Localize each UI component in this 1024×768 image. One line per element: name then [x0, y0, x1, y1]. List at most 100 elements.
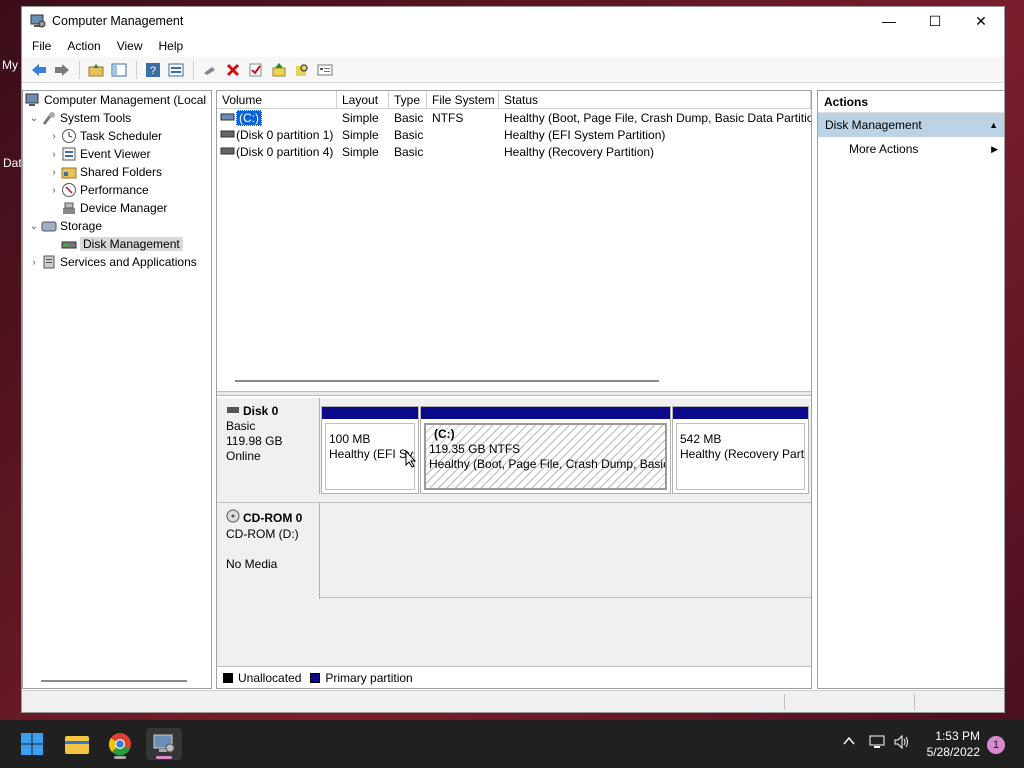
chevron-down-icon[interactable]: ⌄: [27, 113, 41, 124]
cdrom-0-info[interactable]: CD-ROM 0 CD-ROM (D:) No Media: [217, 503, 320, 599]
horizontal-scrollbar[interactable]: [235, 380, 659, 382]
mouse-cursor-icon: [405, 450, 417, 468]
svg-text:?: ?: [150, 65, 156, 77]
chevron-right-icon: ▶: [991, 144, 998, 154]
shared-folder-icon: [61, 164, 77, 180]
folder-icon: [65, 736, 89, 754]
volume-icon: [220, 145, 236, 159]
disk-graphical-view: Disk 0 Basic 119.98 GB Online 100 MB Hea…: [217, 398, 811, 668]
properties-view-icon[interactable]: [165, 59, 187, 81]
tree-item-root[interactable]: Computer Management (Local: [23, 91, 211, 109]
computer-management-icon: [153, 734, 175, 753]
title-bar[interactable]: Computer Management — ☐ ✕: [22, 7, 1004, 35]
export-list-icon[interactable]: [268, 59, 290, 81]
volume-icon: [220, 111, 236, 125]
back-arrow-icon[interactable]: [28, 59, 50, 81]
minimize-button[interactable]: —: [866, 7, 912, 35]
network-icon[interactable]: [869, 734, 887, 753]
clock-time: 1:53 PM: [935, 729, 980, 743]
chevron-right-icon[interactable]: ›: [47, 167, 61, 178]
delete-icon[interactable]: [222, 59, 244, 81]
collapse-icon[interactable]: ▲: [989, 113, 998, 137]
forward-arrow-icon[interactable]: [51, 59, 73, 81]
tree-item-event-viewer[interactable]: › Event Viewer: [23, 145, 211, 163]
clock[interactable]: 1:53 PM 5/28/2022: [927, 728, 980, 760]
partition-c[interactable]: (C:) 119.35 GB NTFS Healthy (Boot, Page …: [420, 406, 671, 494]
clock-date: 5/28/2022: [926, 745, 980, 759]
tree-item-performance[interactable]: › Performance: [23, 181, 211, 199]
chrome-icon: [108, 733, 131, 756]
computer-management-icon: [25, 92, 41, 108]
table-row[interactable]: (Disk 0 partition 1) Simple Basic Health…: [217, 126, 811, 143]
close-button[interactable]: ✕: [958, 7, 1004, 35]
device-manager-icon: [61, 200, 77, 216]
show-hide-tree-icon[interactable]: [108, 59, 130, 81]
more-actions-item[interactable]: More Actions ▶: [818, 137, 1004, 161]
actions-title: Actions: [818, 91, 1004, 113]
disk-0-info[interactable]: Disk 0 Basic 119.98 GB Online: [217, 398, 320, 494]
desktop-icon-label[interactable]: My: [2, 58, 18, 72]
cdrom-row: CD-ROM 0 CD-ROM (D:) No Media: [217, 502, 811, 599]
actions-pane: Actions Disk Management ▲ More Actions ▶: [817, 90, 1005, 689]
cdrom-icon: [226, 509, 240, 527]
menu-bar: File Action View Help: [22, 35, 1004, 57]
unallocated-swatch: [223, 672, 233, 683]
menu-file[interactable]: File: [32, 39, 51, 53]
help-icon[interactable]: ?: [142, 59, 164, 81]
primary-partition-swatch: [310, 672, 321, 683]
connect-icon[interactable]: [199, 59, 221, 81]
window-title: Computer Management: [52, 14, 184, 28]
maximize-button[interactable]: ☐: [912, 7, 958, 35]
clock-icon: [61, 128, 77, 144]
chevron-down-icon[interactable]: ⌄: [27, 221, 41, 232]
chevron-right-icon[interactable]: ›: [47, 131, 61, 142]
search-icon[interactable]: [291, 59, 313, 81]
partition-recovery[interactable]: 542 MB Healthy (Recovery Part: [672, 406, 809, 494]
tree-item-storage[interactable]: ⌄ Storage: [23, 217, 211, 235]
column-header-layout[interactable]: Layout: [337, 91, 389, 108]
tree-item-system-tools[interactable]: ⌄ System Tools: [23, 109, 211, 127]
desktop-icon-label[interactable]: Dat: [3, 156, 22, 170]
tree-item-device-manager[interactable]: Device Manager: [23, 199, 211, 217]
volume-icon[interactable]: [893, 734, 911, 753]
check-properties-icon[interactable]: [245, 59, 267, 81]
column-header-volume[interactable]: Volume: [217, 91, 337, 108]
chevron-right-icon[interactable]: ›: [27, 257, 41, 268]
column-header-file-system[interactable]: File System: [427, 91, 499, 108]
file-explorer-button[interactable]: [59, 728, 95, 760]
tools-icon: [41, 110, 57, 126]
settings-list-icon[interactable]: [314, 59, 336, 81]
horizontal-scrollbar[interactable]: [41, 680, 187, 682]
running-indicator: [114, 756, 126, 759]
disk-management-pane: Volume Layout Type File System Status (C…: [216, 90, 812, 689]
table-row[interactable]: (C:) Simple Basic NTFS Healthy (Boot, Pa…: [217, 109, 811, 126]
up-folder-icon[interactable]: [85, 59, 107, 81]
computer-management-taskbar-button[interactable]: [146, 728, 182, 760]
volume-icon: [220, 128, 236, 142]
active-indicator: [156, 756, 172, 759]
volume-list-header: Volume Layout Type File System Status: [217, 91, 811, 109]
tree-item-task-scheduler[interactable]: › Task Scheduler: [23, 127, 211, 145]
pane-splitter[interactable]: [217, 391, 811, 396]
disk-icon: [61, 236, 77, 252]
notification-badge[interactable]: 1: [987, 736, 1005, 754]
menu-help[interactable]: Help: [159, 39, 184, 53]
computer-management-window: Computer Management — ☐ ✕ File Action Vi…: [21, 6, 1005, 713]
chrome-button[interactable]: [102, 728, 138, 760]
actions-section-disk-management[interactable]: Disk Management ▲: [818, 113, 1004, 137]
table-row[interactable]: (Disk 0 partition 4) Simple Basic Health…: [217, 143, 811, 160]
column-header-type[interactable]: Type: [389, 91, 427, 108]
chevron-right-icon[interactable]: ›: [47, 185, 61, 196]
tree-item-shared-folders[interactable]: › Shared Folders: [23, 163, 211, 181]
windows-logo-icon: [21, 733, 43, 755]
column-header-status[interactable]: Status: [499, 91, 811, 108]
event-viewer-icon: [61, 146, 77, 162]
tree-item-disk-management[interactable]: Disk Management: [23, 235, 211, 253]
tree-item-services[interactable]: › Services and Applications: [23, 253, 211, 271]
taskbar: 1:53 PM 5/28/2022 1: [0, 720, 1024, 768]
menu-action[interactable]: Action: [67, 39, 100, 53]
start-button[interactable]: [14, 728, 50, 760]
chevron-right-icon[interactable]: ›: [47, 149, 61, 160]
show-hidden-icons-button[interactable]: [842, 734, 856, 751]
menu-view[interactable]: View: [117, 39, 143, 53]
